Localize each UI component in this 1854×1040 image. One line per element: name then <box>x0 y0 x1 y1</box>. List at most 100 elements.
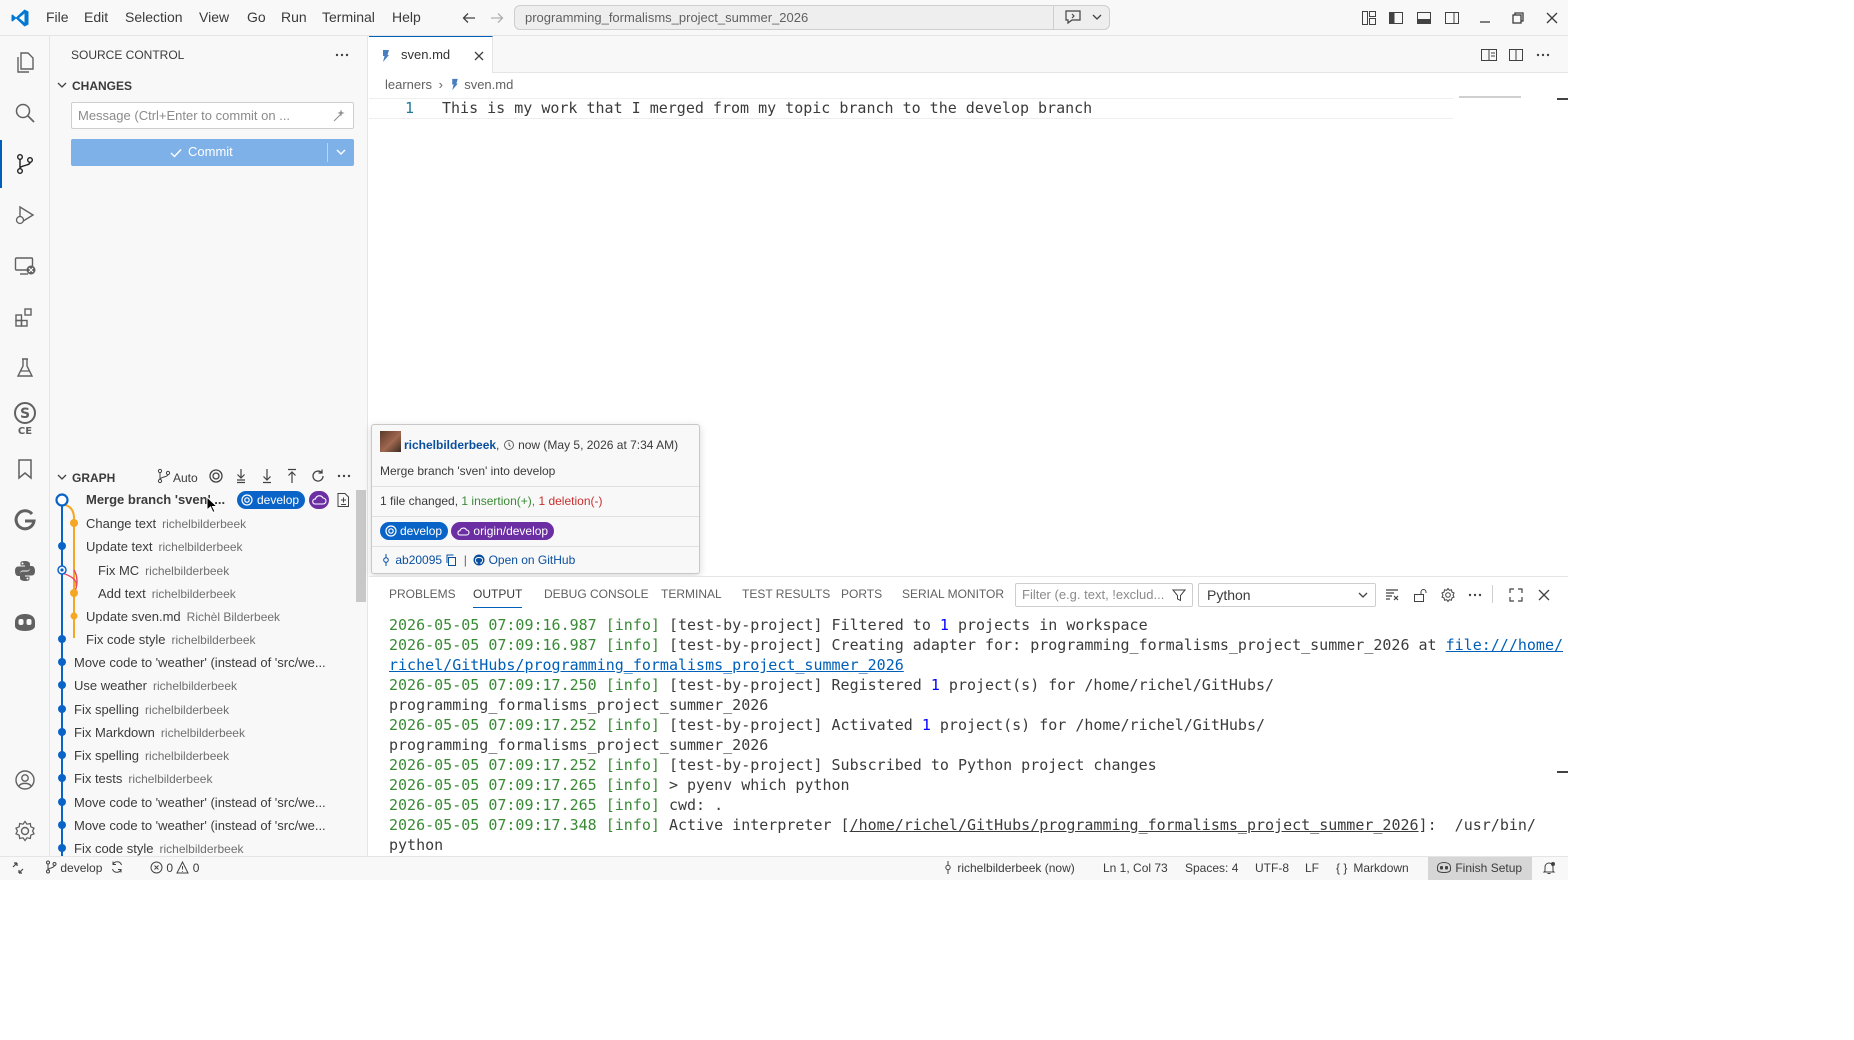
forward-arrow-icon[interactable] <box>489 10 505 26</box>
menu-go[interactable]: Go <box>246 0 267 36</box>
menu-file[interactable]: File <box>45 0 70 36</box>
breadcrumb-folder[interactable]: learners <box>385 77 432 92</box>
gitlens-icon[interactable] <box>0 496 50 544</box>
panel-more-icon[interactable] <box>1467 588 1483 602</box>
bookmark-icon[interactable] <box>0 445 50 493</box>
tab-ports[interactable]: PORTS <box>841 577 882 612</box>
commit-button[interactable]: Commit <box>71 139 354 166</box>
graph-row[interactable]: Fix code style richelbilderbeek <box>50 837 368 856</box>
origin-develop-badge[interactable]: origin/develop <box>451 522 555 540</box>
changes-chevron-icon[interactable] <box>56 79 68 91</box>
blame-status[interactable]: richelbilderbeek (now) <box>942 857 1075 880</box>
fetch-icon[interactable] <box>233 468 249 484</box>
graph-row[interactable]: Fix MC richelbilderbeek <box>50 559 368 582</box>
output-settings-gear-icon[interactable] <box>1440 587 1456 603</box>
changes-header[interactable]: CHANGES <box>72 79 132 93</box>
split-editor-icon[interactable] <box>1508 47 1524 63</box>
menu-view[interactable]: View <box>198 0 230 36</box>
testing-flask-icon[interactable] <box>0 344 50 392</box>
file-link[interactable]: file:///home/ <box>1446 636 1563 654</box>
menu-run[interactable]: Run <box>280 0 308 36</box>
breadcrumb-file[interactable]: sven.md <box>464 77 513 92</box>
tab-terminal[interactable]: TERMINAL <box>661 577 722 612</box>
python-icon[interactable] <box>0 547 50 595</box>
maximize-panel-icon[interactable] <box>1508 587 1524 603</box>
settings-gear-icon[interactable] <box>0 807 50 855</box>
tab-sven-md[interactable]: sven.md <box>369 36 493 73</box>
graph-row[interactable]: Update text richelbilderbeek <box>50 535 368 558</box>
menu-edit[interactable]: Edit <box>83 0 109 36</box>
sparkle-icon[interactable] <box>332 109 346 123</box>
graph-row[interactable]: Fix spelling richelbilderbeek <box>50 698 368 721</box>
toggle-primary-sidebar-icon[interactable] <box>1388 10 1404 26</box>
refresh-icon[interactable] <box>310 468 326 484</box>
graph-scrollbar[interactable] <box>356 490 366 602</box>
output-log[interactable]: 2026-05-05 07:09:16.987 [info] [test-by-… <box>369 615 1568 857</box>
output-channel-select[interactable]: Python <box>1198 583 1376 607</box>
command-center[interactable]: programming_formalisms_project_summer_20… <box>514 5 1110 30</box>
tab-problems[interactable]: PROBLEMS <box>389 577 456 612</box>
graph-row[interactable]: Move code to 'weather' (instead of 'src/… <box>50 791 368 814</box>
restore-icon[interactable] <box>1510 10 1526 26</box>
run-debug-icon[interactable] <box>0 191 50 239</box>
encoding[interactable]: UTF-8 <box>1255 857 1289 880</box>
chat-icon[interactable] <box>1064 9 1082 25</box>
sync-icon[interactable] <box>110 860 124 874</box>
finish-setup-button[interactable]: Finish Setup <box>1428 857 1532 880</box>
lock-scroll-icon[interactable] <box>1412 587 1428 603</box>
copy-icon[interactable] <box>445 554 457 566</box>
toggle-panel-icon[interactable] <box>1416 10 1432 26</box>
close-window-icon[interactable] <box>1544 10 1560 26</box>
branch-status[interactable]: develop <box>45 857 124 880</box>
tab-output[interactable]: OUTPUT <box>473 577 523 608</box>
target-icon[interactable] <box>208 468 224 484</box>
commit-message-input[interactable]: Message (Ctrl+Enter to commit on ... <box>71 102 354 129</box>
customize-layout-icon[interactable] <box>1361 10 1377 26</box>
clear-output-icon[interactable] <box>1384 587 1400 603</box>
tab-test-results[interactable]: TEST RESULTS <box>742 577 830 612</box>
indentation[interactable]: Spaces: 4 <box>1185 857 1238 880</box>
graph-row[interactable]: Move code to 'weather' (instead of 'src/… <box>50 814 368 837</box>
graph-more-icon[interactable] <box>336 469 352 483</box>
copilot-icon[interactable] <box>0 598 50 646</box>
extensions-icon[interactable] <box>0 293 50 341</box>
remote-explorer-icon[interactable] <box>0 242 50 290</box>
filter-funnel-icon[interactable] <box>1172 588 1186 602</box>
editor-more-icon[interactable] <box>1535 48 1551 62</box>
back-arrow-icon[interactable] <box>461 10 477 26</box>
branch-graph-icon[interactable] <box>156 468 172 484</box>
file-link-continued[interactable]: richel/GitHubs/programming_formalisms_pr… <box>389 656 904 674</box>
cursor-position[interactable]: Ln 1, Col 73 <box>1103 857 1168 880</box>
open-on-github-link[interactable]: Open on GitHub <box>489 553 576 567</box>
toggle-secondary-sidebar-icon[interactable] <box>1444 10 1460 26</box>
remote-cloud-badge[interactable] <box>309 491 329 509</box>
graph-row[interactable]: Change text richelbilderbeek <box>50 512 368 535</box>
develop-badge[interactable]: develop <box>380 522 449 540</box>
minimap[interactable] <box>1459 96 1521 98</box>
search-icon[interactable] <box>0 89 50 137</box>
explorer-icon[interactable] <box>0 38 50 86</box>
graph-header[interactable]: GRAPH <box>72 471 115 485</box>
output-filter-input[interactable]: Filter (e.g. text, !exclud... <box>1015 583 1193 607</box>
open-changes-icon[interactable] <box>336 492 350 508</box>
accounts-icon[interactable] <box>0 756 50 804</box>
tab-debug-console[interactable]: DEBUG CONSOLE <box>544 577 649 612</box>
graph-chevron-icon[interactable] <box>56 471 68 483</box>
graph-auto-label[interactable]: Auto <box>173 471 198 485</box>
tab-serial-monitor[interactable]: SERIAL MONITOR <box>902 577 1004 612</box>
language-mode[interactable]: { } Markdown <box>1336 857 1409 880</box>
graph-row[interactable]: Fix code style richelbilderbeek <box>50 628 368 651</box>
more-actions-icon[interactable] <box>334 48 350 62</box>
hover-author[interactable]: richelbilderbeek <box>404 438 496 452</box>
chevron-down-icon[interactable] <box>1091 11 1103 23</box>
graph-row[interactable]: Fix tests richelbilderbeek <box>50 767 368 790</box>
tab-close-icon[interactable] <box>472 49 486 63</box>
sce-icon[interactable]: S CE <box>0 395 50 443</box>
open-preview-icon[interactable] <box>1480 47 1498 63</box>
menu-selection[interactable]: Selection <box>124 0 184 36</box>
push-icon[interactable] <box>284 468 300 484</box>
close-panel-icon[interactable] <box>1536 587 1552 603</box>
commit-hash[interactable]: ab20095 <box>395 553 442 567</box>
menu-help[interactable]: Help <box>391 0 422 36</box>
graph-row[interactable]: Add text richelbilderbeek <box>50 582 368 605</box>
